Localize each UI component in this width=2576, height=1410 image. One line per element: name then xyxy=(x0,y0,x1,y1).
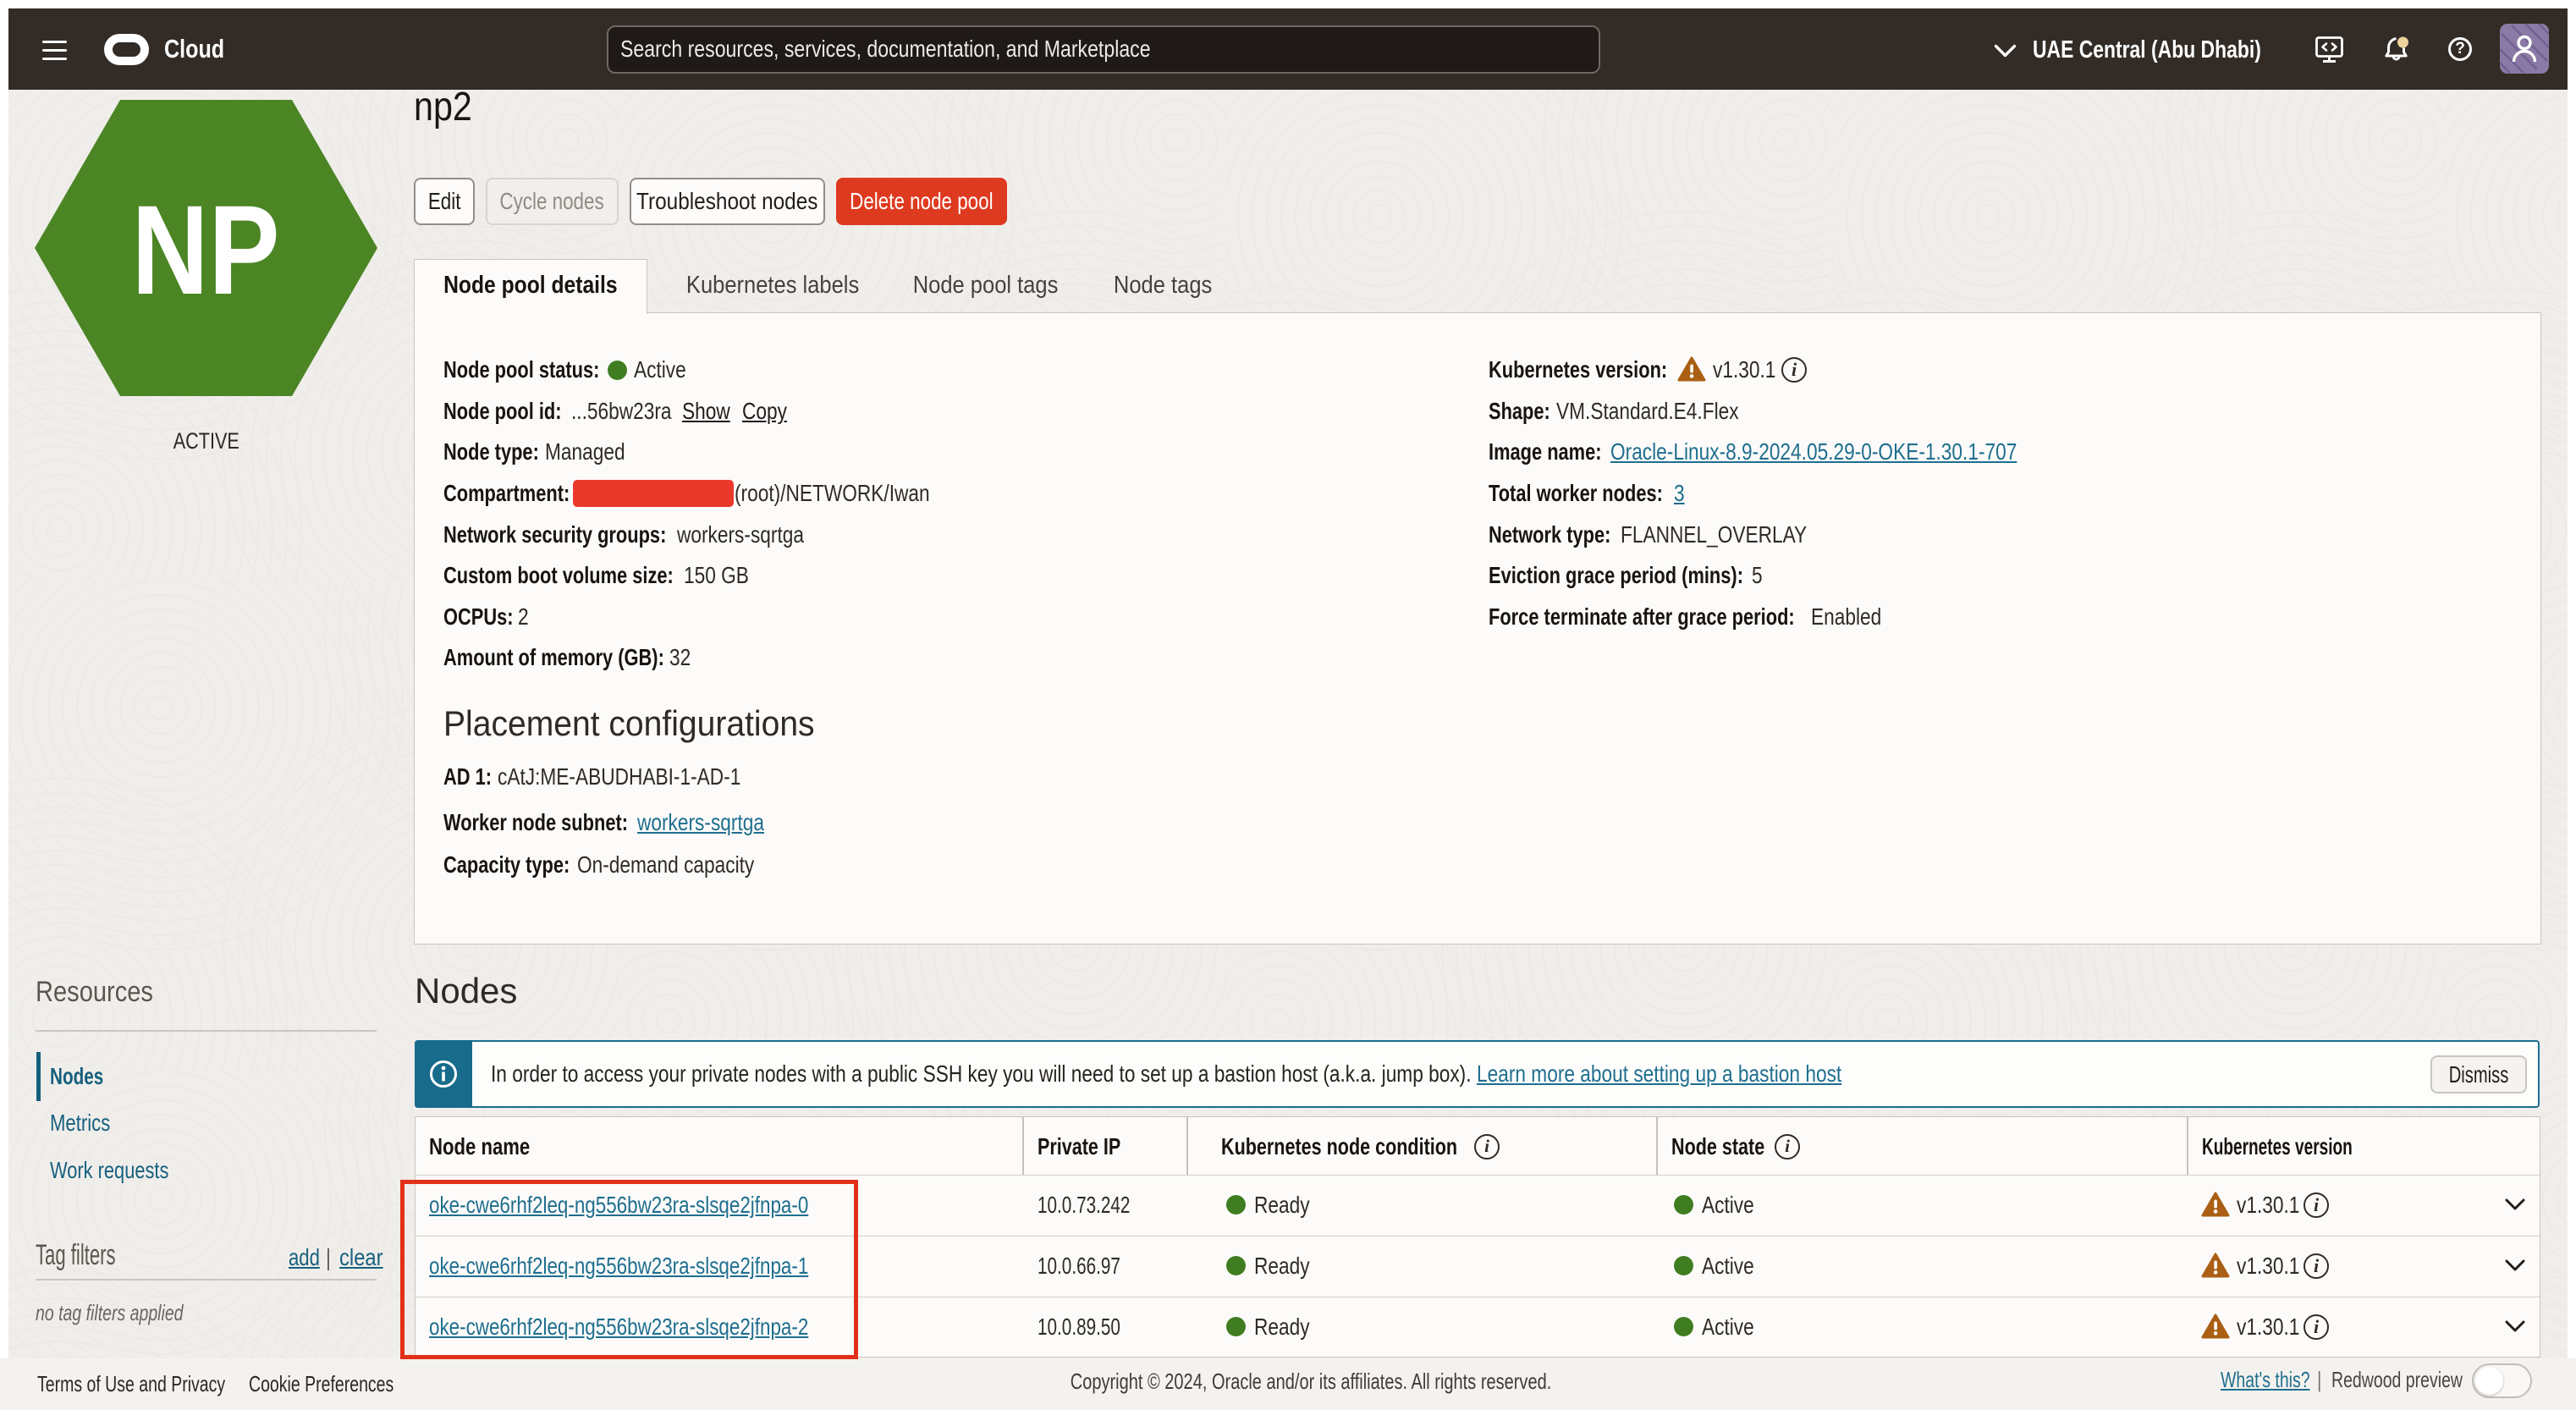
svg-text:NP: NP xyxy=(131,180,279,322)
